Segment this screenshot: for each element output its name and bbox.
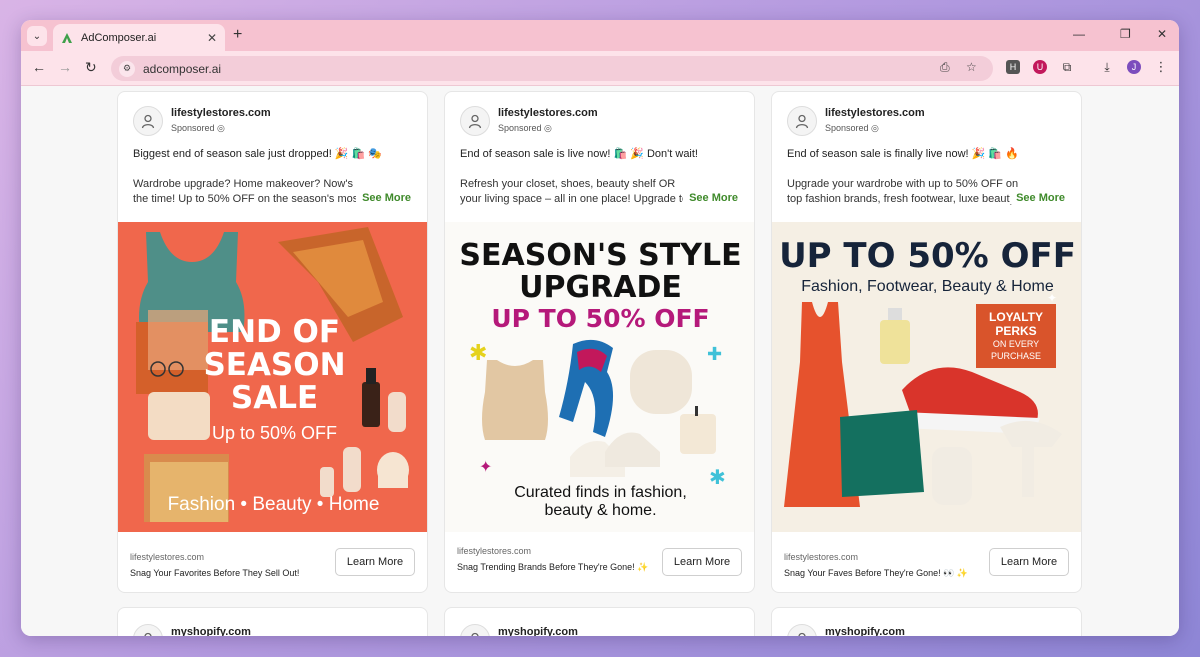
url-text[interactable]: adcomposer.ai [143,62,221,76]
minimize-icon[interactable]: — [1073,27,1085,41]
svg-text:✦: ✦ [1047,291,1057,305]
ad-card-header: lifestylestores.com Sponsored ◎ Biggest … [118,92,427,222]
shield-extension-icon[interactable]: U [1033,60,1047,74]
creative-footer: Fashion • Beauty • Home [167,494,380,515]
ad-creative-image[interactable]: END OF SEASON SALE Up to 50% OFF Fashion… [118,222,427,532]
creative-footer-line2: beauty & home. [544,502,657,519]
profile-avatar[interactable]: J [1127,60,1141,74]
ad-card: lifestylestores.com Sponsored ◎ End of s… [771,91,1082,593]
page-avatar-icon[interactable] [133,106,163,136]
browser-toolbar: ← → ↻ ⚙ adcomposer.ai ⎙ ☆ H U ⧉ ⤓ J ⋮ [21,51,1179,86]
ad-headline-text: End of season sale is live now! 🛍️ 🎉 Don… [460,148,698,160]
page-viewport: lifestylestores.com Sponsored ◎ Biggest … [21,86,1179,636]
address-bar[interactable]: ⚙ adcomposer.ai ⎙ ☆ [111,56,993,81]
sponsored-label: Sponsored ◎ [498,123,552,133]
ad-body-text: Wardrobe upgrade? Home makeover? Now's t… [133,178,365,205]
new-tab-button[interactable]: + [233,26,242,44]
page-name[interactable]: myshopify.com [825,626,905,636]
adcomposer-favicon-icon [62,32,72,43]
creative-subheadline: Up to 50% OFF [211,423,338,443]
link-description: Snag Your Favorites Before They Sell Out… [130,568,300,578]
ad-card: myshopify.com [444,607,755,636]
svg-text:✦: ✦ [479,459,492,476]
svg-text:✱: ✱ [469,340,487,365]
ad-card: myshopify.com [771,607,1082,636]
extension-h-icon[interactable]: H [1006,60,1020,74]
link-domain: lifestylestores.com [130,552,205,562]
sponsored-label: Sponsored ◎ [171,123,225,133]
creative-headline: END OF SEASON SALE [203,314,346,416]
page-avatar-icon[interactable] [133,624,163,636]
close-window-icon[interactable]: ✕ [1157,27,1167,41]
see-more-link[interactable]: See More [1010,192,1065,204]
sponsored-label: Sponsored ◎ [825,123,879,133]
bookmark-star-icon[interactable]: ☆ [966,60,977,74]
reload-icon[interactable]: ↻ [85,59,97,76]
back-icon[interactable]: ← [32,59,46,75]
link-description: Snag Trending Brands Before They're Gone… [457,562,649,572]
download-icon[interactable]: ⤓ [1100,60,1114,74]
see-more-link[interactable]: See More [356,192,411,204]
ad-body-text: Upgrade your wardrobe with up to 50% OFF… [787,178,1019,205]
restore-icon[interactable]: ❐ [1120,27,1131,41]
ad-body-text: Refresh your closet, shoes, beauty shelf… [460,178,688,205]
svg-text:✚: ✚ [707,344,722,364]
tab-search-chevron-icon[interactable]: ⌄ [27,26,47,46]
ad-card-header: lifestylestores.com Sponsored ◎ End of s… [772,92,1081,222]
ad-card: myshopify.com [117,607,428,636]
ad-card: lifestylestores.com Sponsored ◎ Biggest … [117,91,428,593]
ad-card-footer: lifestylestores.com Snag Your Favorites … [118,532,427,592]
page-name[interactable]: myshopify.com [498,626,578,636]
menu-kebab-icon[interactable]: ⋮ [1154,59,1168,74]
learn-more-button[interactable]: Learn More [989,548,1069,576]
learn-more-button[interactable]: Learn More [662,548,742,576]
ad-creative-image[interactable]: SEASON'S STYLE UPGRADE UP TO 50% OFF ✱ ✚… [445,222,754,532]
page-avatar-icon[interactable] [460,624,490,636]
page-name[interactable]: lifestylestores.com [825,107,925,119]
page-avatar-icon[interactable] [787,624,817,636]
page-name[interactable]: myshopify.com [171,626,251,636]
ad-creative-image[interactable]: UP TO 50% OFF Fashion, Footwear, Beauty … [772,222,1081,532]
page-name[interactable]: lifestylestores.com [498,107,598,119]
ad-headline-text: Biggest end of season sale just dropped!… [133,148,383,160]
see-more-link[interactable]: See More [683,192,738,204]
link-domain: lifestylestores.com [784,552,859,562]
ad-card: lifestylestores.com Sponsored ◎ End of s… [444,91,755,593]
ad-headline-text: End of season sale is finally live now! … [787,148,1019,160]
learn-more-button[interactable]: Learn More [335,548,415,576]
page-avatar-icon[interactable] [787,106,817,136]
creative-products-illustration: ✦ [784,291,1062,507]
forward-icon[interactable]: → [58,59,72,75]
tab-close-icon[interactable]: ✕ [207,31,217,45]
link-description: Snag Your Faves Before They're Gone! 👀 ✨ [784,568,969,578]
browser-window: ⌄ AdComposer.ai ✕ + — ❐ ✕ ← → ↻ ⚙ adcomp… [21,20,1179,636]
tab-adcomposer[interactable]: AdComposer.ai ✕ [53,24,225,51]
ad-card-header: lifestylestores.com Sponsored ◎ End of s… [445,92,754,222]
creative-footer-line1: Curated finds in fashion, [514,484,687,501]
extensions-puzzle-icon[interactable]: ⧉ [1060,60,1074,74]
page-avatar-icon[interactable] [460,106,490,136]
page-name[interactable]: lifestylestores.com [171,107,271,119]
site-info-icon[interactable]: ⚙ [119,60,135,77]
ad-card-footer: lifestylestores.com Snag Trending Brands… [445,532,754,592]
tab-title: AdComposer.ai [81,31,157,44]
tab-strip: ⌄ AdComposer.ai ✕ + — ❐ ✕ [21,20,1179,51]
install-app-icon[interactable]: ⎙ [940,60,950,75]
ad-card-footer: lifestylestores.com Snag Your Faves Befo… [772,532,1081,592]
link-domain: lifestylestores.com [457,546,532,556]
